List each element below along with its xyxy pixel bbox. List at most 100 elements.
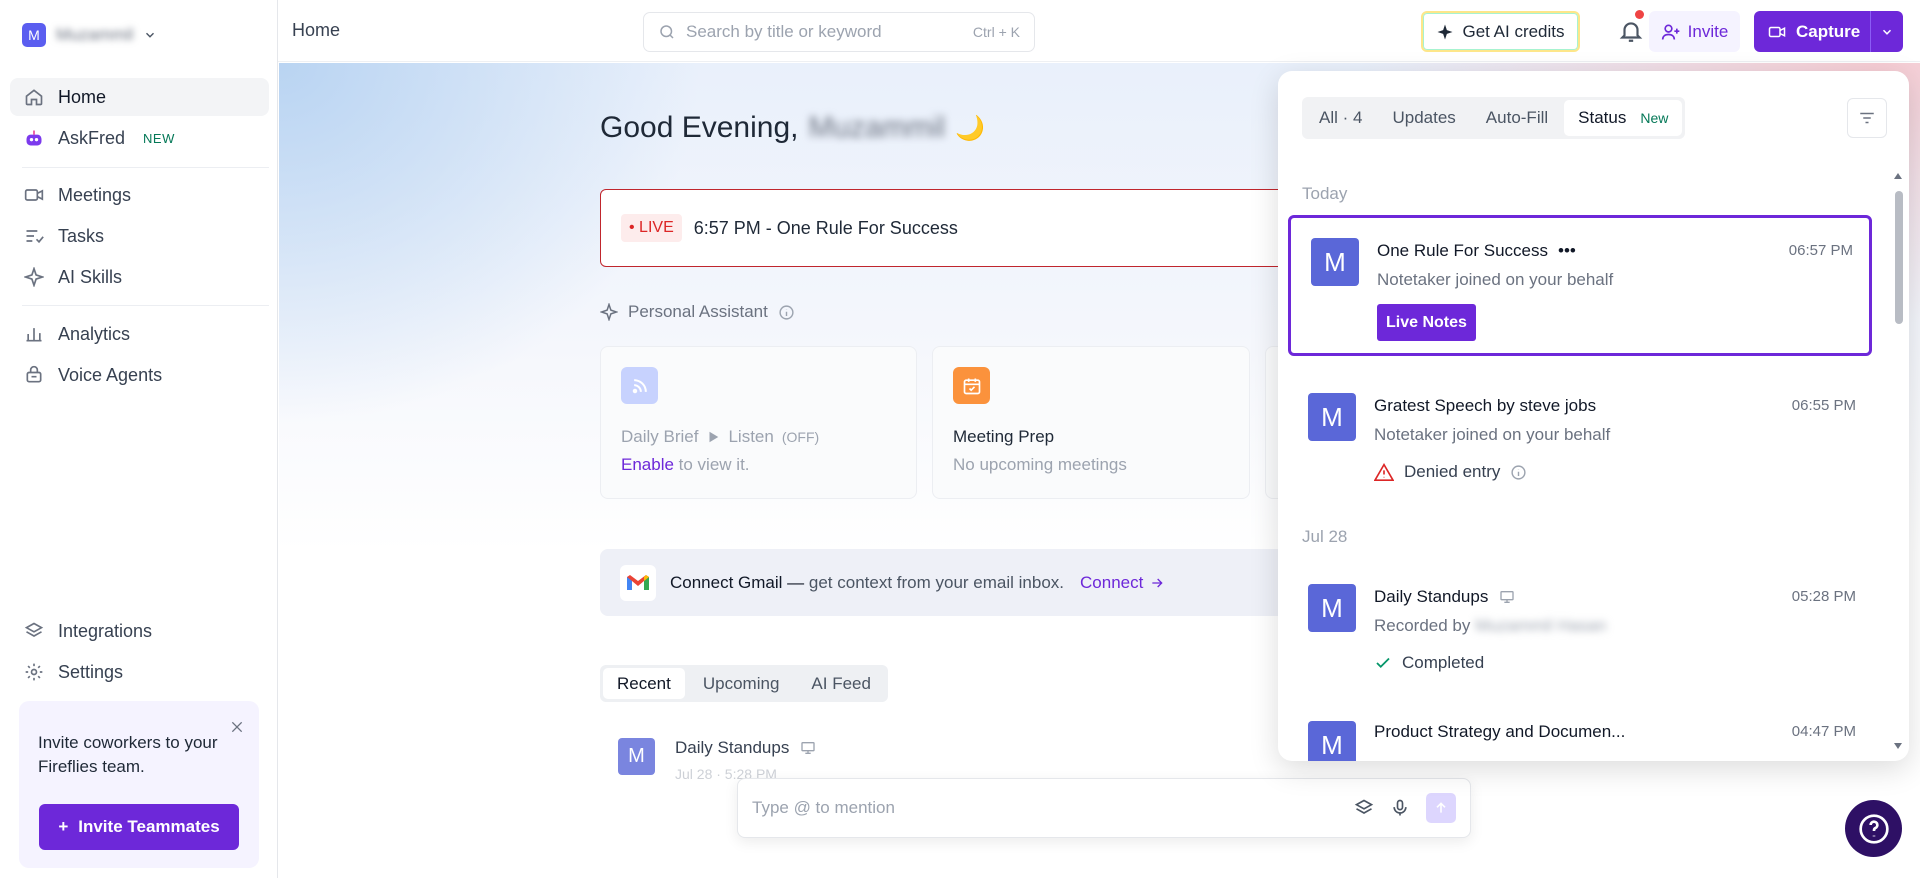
notification-item[interactable]: M Gratest Speech by steve jobs 06:55 PM … <box>1288 372 1872 492</box>
workspace-name: Muzammil <box>56 25 134 44</box>
sidebar-item-label: Meetings <box>58 184 132 205</box>
sidebar-item-label: Tasks <box>58 225 105 246</box>
meeting-prep-sub: No upcoming meetings <box>953 455 1127 474</box>
tab-updates[interactable]: Updates <box>1378 100 1469 136</box>
invite-teammates-button[interactable]: + Invite Teammates <box>39 804 239 850</box>
layers-icon <box>24 622 44 637</box>
compose-box[interactable]: Type @ to mention <box>737 778 1471 838</box>
gmail-icon <box>620 564 656 601</box>
capture-main[interactable]: Capture <box>1754 22 1870 42</box>
search-input[interactable]: Search by title or keyword Ctrl + K <box>643 12 1035 52</box>
meeting-prep-title: Meeting Prep <box>953 427 1055 446</box>
invite-button[interactable]: Invite <box>1649 11 1740 52</box>
notification-dot <box>1635 10 1644 19</box>
tab-ai-feed[interactable]: AI Feed <box>797 668 885 699</box>
info-icon[interactable] <box>778 304 795 321</box>
connect-gmail-text: Connect Gmail — get context from your em… <box>670 572 1065 592</box>
connect-link[interactable]: Connect <box>1080 573 1165 593</box>
topbar: Home Search by title or keyword Ctrl + K… <box>278 0 1920 62</box>
day-label: Today <box>1302 184 1348 203</box>
recent-meeting-title: Daily Standups <box>675 738 817 758</box>
video-icon <box>1768 26 1786 37</box>
daily-brief-sub: Enable to view it. <box>621 455 750 474</box>
rss-icon <box>632 378 647 393</box>
tab-all[interactable]: All · 4 <box>1305 100 1376 136</box>
sidebar-item-analytics[interactable]: Analytics <box>10 315 269 353</box>
notification-time: 06:55 PM <box>1791 397 1856 414</box>
get-ai-credits-button[interactable]: Get AI credits <box>1421 11 1580 52</box>
capture-button[interactable]: Capture <box>1754 11 1903 52</box>
tab-auto-fill[interactable]: Auto-Fill <box>1472 100 1562 136</box>
filter-button[interactable] <box>1847 98 1887 138</box>
daily-brief-title: Daily Brief Listen (OFF) <box>621 427 820 446</box>
meeting-prep-card[interactable]: Meeting Prep No upcoming meetings <box>932 346 1250 499</box>
search-shortcut: Ctrl + K <box>972 24 1020 40</box>
notification-title: One Rule For Success ••• <box>1377 241 1576 261</box>
chevron-down-icon <box>146 32 155 38</box>
info-icon[interactable] <box>1510 464 1527 481</box>
notification-status: Denied entry <box>1374 462 1527 482</box>
warning-icon <box>1374 463 1394 481</box>
list-item[interactable]: M Daily Standups Jul 28 · 5:28 PM <box>618 738 817 782</box>
live-meeting-card[interactable]: • LIVE 6:57 PM - One Rule For Success <box>600 189 1320 267</box>
avatar: M <box>1308 721 1356 761</box>
invite-teammates-label: Invite Teammates <box>78 817 220 836</box>
scroll-down-icon[interactable] <box>1893 741 1903 751</box>
sidebar-item-askfred[interactable]: AskFred NEW <box>10 119 269 157</box>
compose-input[interactable]: Type @ to mention <box>752 798 1338 818</box>
sidebar-item-ai-skills[interactable]: AI Skills <box>10 258 269 296</box>
avatar: M <box>1311 238 1359 286</box>
daily-brief-card[interactable]: Daily Brief Listen (OFF) Enable to view … <box>600 346 917 499</box>
sidebar-item-meetings[interactable]: Meetings <box>10 176 269 214</box>
enable-link[interactable]: Enable <box>621 455 674 474</box>
microphone-icon[interactable] <box>1390 798 1410 818</box>
help-icon <box>1858 813 1889 844</box>
voice-agent-icon <box>26 365 42 383</box>
day-label: Jul 28 <box>1302 527 1348 546</box>
sidebar-item-label: Settings <box>58 661 124 682</box>
capture-dropdown[interactable] <box>1871 25 1903 39</box>
rss-tile <box>621 367 658 404</box>
tab-recent[interactable]: Recent <box>603 668 685 699</box>
workspace-avatar: M <box>22 23 46 47</box>
sidebar-item-label: AskFred <box>58 127 126 148</box>
help-button[interactable] <box>1845 800 1902 857</box>
sidebar-divider <box>22 167 269 168</box>
avatar: M <box>618 738 655 775</box>
notification-title: Gratest Speech by steve jobs <box>1374 396 1597 415</box>
send-button[interactable] <box>1426 793 1456 823</box>
live-badge: • LIVE <box>621 214 682 242</box>
sidebar-item-label: Integrations <box>58 620 153 641</box>
workspace-switcher[interactable]: M Muzammil <box>22 22 157 48</box>
arrow-up-icon <box>1436 802 1446 813</box>
connect-gmail-banner: Connect Gmail — get context from your em… <box>600 549 1320 616</box>
more-icon[interactable]: ••• <box>1558 241 1576 261</box>
scroll-up-icon[interactable] <box>1893 171 1903 181</box>
notification-item[interactable]: M Product Strategy and Documen... 04:47 … <box>1288 699 1872 761</box>
invite-card: Invite coworkers to your Fireflies team.… <box>19 701 259 868</box>
sidebar-item-settings[interactable]: Settings <box>10 653 269 691</box>
capture-label: Capture <box>1796 21 1861 41</box>
bell-icon[interactable] <box>1618 18 1644 44</box>
calendar-tile <box>953 367 990 404</box>
tab-status[interactable]: Status New <box>1564 100 1683 136</box>
play-icon[interactable] <box>706 430 720 444</box>
sidebar-divider <box>22 305 269 306</box>
notification-time: 05:28 PM <box>1791 588 1856 605</box>
sidebar-item-tasks[interactable]: Tasks <box>10 217 269 255</box>
live-meeting-title: 6:57 PM - One Rule For Success <box>693 217 958 238</box>
tab-upcoming[interactable]: Upcoming <box>689 668 794 699</box>
sidebar-item-voice-agents[interactable]: Voice Agents <box>10 356 269 394</box>
sidebar-item-home[interactable]: Home <box>10 78 269 116</box>
notification-item[interactable]: M Daily Standups 05:28 PM Recorded by Mu… <box>1288 563 1872 683</box>
tasks-icon <box>26 230 44 244</box>
live-notes-button[interactable]: Live Notes <box>1377 304 1476 341</box>
sidebar-item-integrations[interactable]: Integrations <box>10 612 269 650</box>
breadcrumb: Home <box>292 20 341 40</box>
scrollbar-thumb[interactable] <box>1895 191 1903 324</box>
layers-icon[interactable] <box>1354 798 1374 818</box>
user-name: Muzammil <box>808 111 946 144</box>
notification-item[interactable]: M One Rule For Success ••• 06:57 PM Note… <box>1288 215 1872 356</box>
notification-title: Daily Standups <box>1374 587 1516 607</box>
scrollbar[interactable] <box>1892 171 1904 751</box>
